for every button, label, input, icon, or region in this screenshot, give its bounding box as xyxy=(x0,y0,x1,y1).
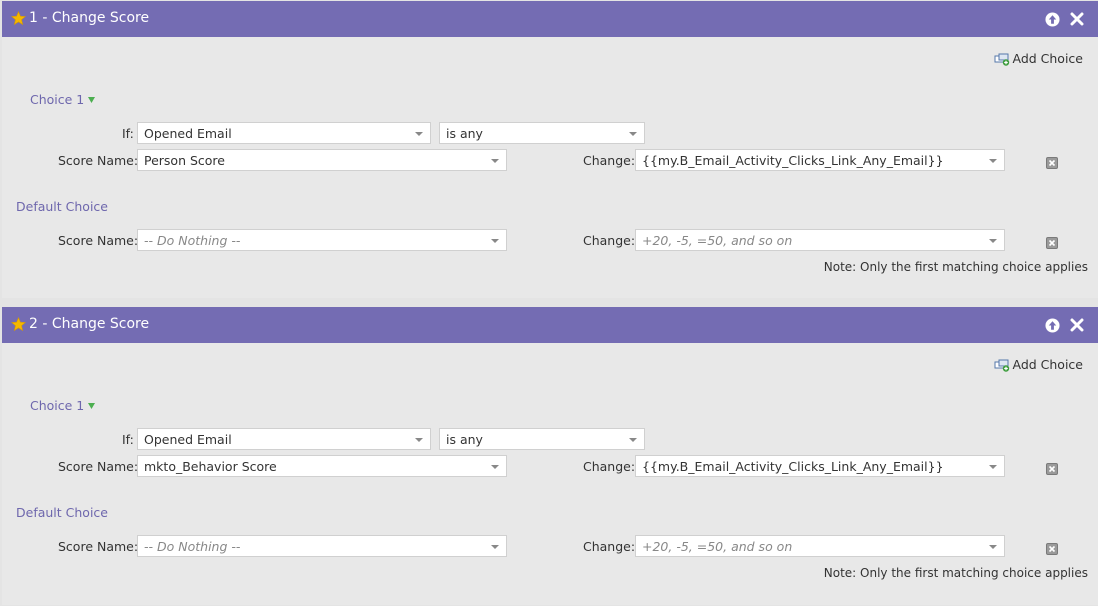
if-condition-select[interactable]: Opened Email xyxy=(137,428,431,450)
delete-icon[interactable] xyxy=(1046,543,1058,555)
arrow-up-icon[interactable] xyxy=(1045,12,1060,27)
add-choice-icon xyxy=(994,53,1010,66)
default-choice-header: Default Choice xyxy=(16,199,108,214)
dropdown-arrow-icon xyxy=(989,465,997,469)
dropdown-arrow-icon xyxy=(415,132,423,136)
default-change-input[interactable]: +20, -5, =50, and so on xyxy=(635,535,1005,557)
dropdown-arrow-icon xyxy=(491,545,499,549)
default-score-name-label: Score Name: xyxy=(58,233,139,248)
chevron-down-icon xyxy=(88,402,96,409)
flow-step-1: 1 - Change Score Add Choice Choice 1 If:… xyxy=(2,1,1098,298)
default-score-name-select[interactable]: -- Do Nothing -- xyxy=(137,229,507,251)
close-icon[interactable] xyxy=(1070,12,1084,26)
delete-icon[interactable] xyxy=(1046,463,1058,475)
if-label: If: xyxy=(122,432,134,447)
choice-label: Choice 1 xyxy=(30,92,85,107)
if-condition-select[interactable]: Opened Email xyxy=(137,122,431,144)
step-header[interactable]: 1 - Change Score xyxy=(2,1,1098,37)
default-change-label: Change: xyxy=(583,233,636,248)
default-change-placeholder: +20, -5, =50, and so on xyxy=(642,233,793,248)
score-name-label: Score Name: xyxy=(58,459,139,474)
delete-icon[interactable] xyxy=(1046,157,1058,169)
star-icon xyxy=(11,317,26,332)
default-choice-header: Default Choice xyxy=(16,505,108,520)
step-header[interactable]: 2 - Change Score xyxy=(2,307,1098,343)
if-label: If: xyxy=(122,126,134,141)
operator-select[interactable]: is any xyxy=(439,428,645,450)
delete-icon[interactable] xyxy=(1046,237,1058,249)
change-value: {{my.B_Email_Activity_Clicks_Link_Any_Em… xyxy=(642,459,944,474)
dropdown-arrow-icon xyxy=(491,465,499,469)
dropdown-arrow-icon xyxy=(629,438,637,442)
operator-select[interactable]: is any xyxy=(439,122,645,144)
step-title: 2 - Change Score xyxy=(29,316,150,332)
score-name-value: mkto_Behavior Score xyxy=(144,459,277,474)
change-label: Change: xyxy=(583,153,636,168)
change-value: {{my.B_Email_Activity_Clicks_Link_Any_Em… xyxy=(642,153,944,168)
add-choice-icon xyxy=(994,359,1010,372)
score-name-value: Person Score xyxy=(144,153,225,168)
add-choice-label: Add Choice xyxy=(1012,51,1083,66)
choice-label: Choice 1 xyxy=(30,398,85,413)
change-input[interactable]: {{my.B_Email_Activity_Clicks_Link_Any_Em… xyxy=(635,455,1005,477)
dropdown-arrow-icon xyxy=(629,132,637,136)
dropdown-arrow-icon xyxy=(415,438,423,442)
add-choice-label: Add Choice xyxy=(1012,357,1083,372)
add-choice-button[interactable]: Add Choice xyxy=(994,51,1083,66)
default-change-label: Change: xyxy=(583,539,636,554)
change-label: Change: xyxy=(583,459,636,474)
matching-note: Note: Only the first matching choice app… xyxy=(823,566,1088,580)
score-name-select[interactable]: Person Score xyxy=(137,149,507,171)
flow-step-2: 2 - Change Score Add Choice Choice 1 If:… xyxy=(2,307,1098,605)
chevron-down-icon xyxy=(88,96,96,103)
operator-value: is any xyxy=(446,126,483,141)
dropdown-arrow-icon xyxy=(989,545,997,549)
dropdown-arrow-icon xyxy=(491,239,499,243)
operator-value: is any xyxy=(446,432,483,447)
matching-note: Note: Only the first matching choice app… xyxy=(823,260,1088,274)
dropdown-arrow-icon xyxy=(989,239,997,243)
close-icon[interactable] xyxy=(1070,318,1084,332)
score-name-select[interactable]: mkto_Behavior Score xyxy=(137,455,507,477)
arrow-up-icon[interactable] xyxy=(1045,318,1060,333)
default-change-input[interactable]: +20, -5, =50, and so on xyxy=(635,229,1005,251)
default-score-name-label: Score Name: xyxy=(58,539,139,554)
default-change-placeholder: +20, -5, =50, and so on xyxy=(642,539,793,554)
default-score-name-placeholder: -- Do Nothing -- xyxy=(144,233,241,248)
if-condition-value: Opened Email xyxy=(144,432,232,447)
step-title: 1 - Change Score xyxy=(29,10,150,26)
choice-header[interactable]: Choice 1 xyxy=(30,398,96,413)
add-choice-button[interactable]: Add Choice xyxy=(994,357,1083,372)
default-score-name-placeholder: -- Do Nothing -- xyxy=(144,539,241,554)
default-score-name-select[interactable]: -- Do Nothing -- xyxy=(137,535,507,557)
score-name-label: Score Name: xyxy=(58,153,139,168)
if-condition-value: Opened Email xyxy=(144,126,232,141)
dropdown-arrow-icon xyxy=(989,159,997,163)
star-icon xyxy=(11,11,26,26)
dropdown-arrow-icon xyxy=(491,159,499,163)
choice-header[interactable]: Choice 1 xyxy=(30,92,96,107)
change-input[interactable]: {{my.B_Email_Activity_Clicks_Link_Any_Em… xyxy=(635,149,1005,171)
